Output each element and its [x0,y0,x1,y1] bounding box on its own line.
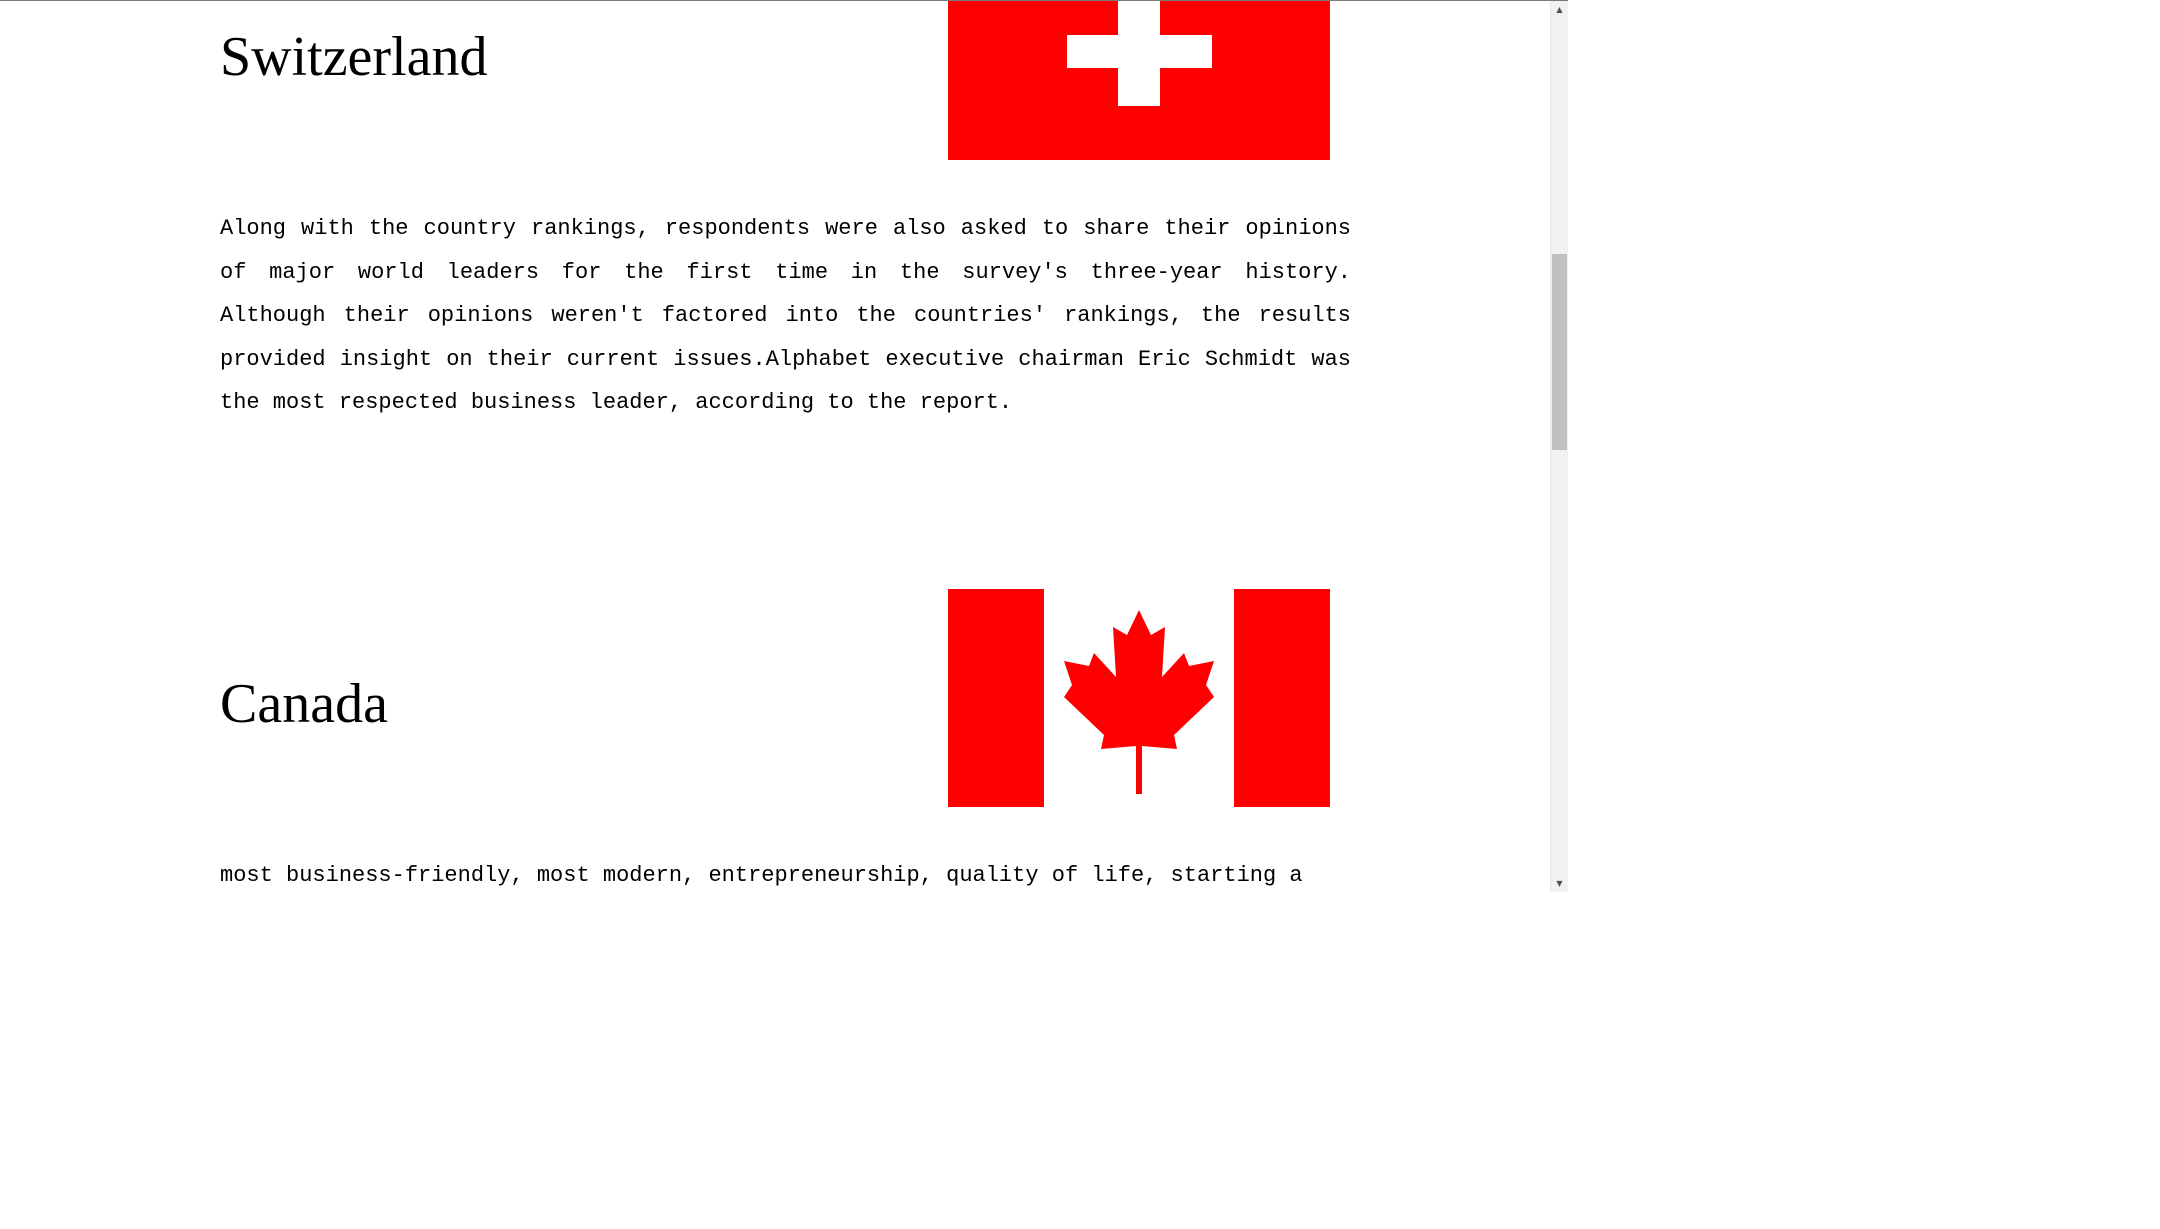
canada-flag-icon [948,589,1330,807]
page-viewport: Switzerland Along with the country ranki… [0,0,1568,892]
section-title-switzerland: Switzerland [220,26,488,88]
vertical-scrollbar[interactable]: ▲ ▼ [1550,1,1568,892]
scrollbar-thumb[interactable] [1552,254,1567,450]
section-paragraph-switzerland: Along with the country rankings, respond… [220,216,1351,416]
section-title-canada: Canada [220,673,388,735]
scroll-down-arrow-icon[interactable]: ▼ [1551,875,1568,892]
scroll-up-arrow-icon[interactable]: ▲ [1551,1,1568,18]
switzerland-flag-icon [948,1,1330,160]
section-paragraph-canada: most business-friendly, most modern, ent… [220,863,1303,888]
